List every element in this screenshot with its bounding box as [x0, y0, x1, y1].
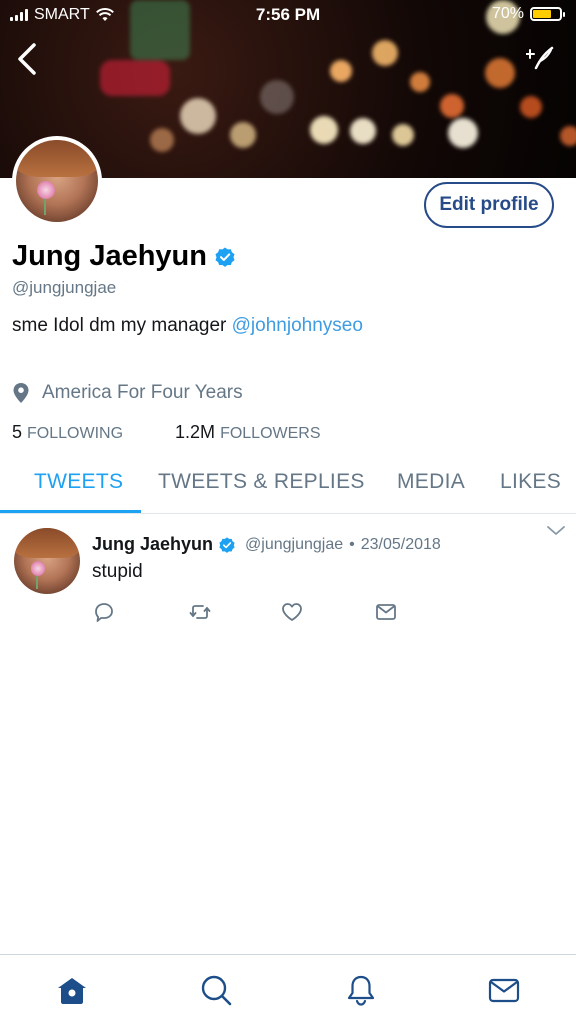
following-count: 5 [12, 422, 23, 442]
chevron-down-icon[interactable] [546, 524, 566, 538]
followers-label: FOLLOWERS [220, 425, 321, 442]
tweet-item[interactable]: Jung Jaehyun @jungjungjae • 23/05/2018 s… [0, 514, 576, 634]
direct-message-icon[interactable] [374, 600, 398, 624]
chevron-left-icon[interactable] [14, 42, 42, 76]
tweet-author-name[interactable]: Jung Jaehyun [92, 534, 213, 555]
edit-profile-button[interactable]: Edit profile [424, 182, 554, 228]
reply-icon[interactable] [92, 600, 116, 624]
avatar-image [16, 140, 98, 222]
tweet-handle: @jungjungjae [245, 535, 344, 553]
bio-text: sme Idol dm my manager [12, 315, 232, 336]
tab-tweets-and-replies[interactable]: TWEETS & REPLIES [158, 470, 365, 494]
profile-tabs: TWEETS TWEETS & REPLIES MEDIA LIKES [0, 460, 576, 514]
tab-media[interactable]: MEDIA [397, 470, 465, 494]
tab-tweets[interactable]: TWEETS [34, 470, 123, 494]
tweet-date: 23/05/2018 [360, 535, 441, 553]
profile-avatar[interactable] [12, 136, 102, 226]
tweet-header: Jung Jaehyun @jungjungjae • 23/05/2018 [92, 534, 441, 555]
followers-count: 1.2M [175, 422, 216, 442]
tweet-separator: • [349, 535, 355, 553]
tweet-text: stupid [92, 561, 143, 582]
location-pin-icon [13, 383, 29, 403]
verified-badge-icon [215, 247, 235, 267]
following-stat[interactable]: 5 FOLLOWING [12, 422, 123, 443]
profile-location: America For Four Years [12, 382, 243, 404]
messages-envelope-icon[interactable] [487, 973, 521, 1007]
status-time: 7:56 PM [255, 5, 321, 24]
status-bar: SMART 7:56 PM 70% [0, 0, 576, 30]
tab-likes[interactable]: LIKES [500, 470, 561, 494]
battery-fill [533, 10, 552, 18]
follow-stats: 5 FOLLOWING 1.2M FOLLOWERS [12, 422, 321, 443]
battery-icon [530, 7, 565, 21]
retweet-icon[interactable] [188, 600, 212, 624]
active-tab-indicator [0, 510, 141, 513]
bottom-tab-bar [0, 954, 576, 1024]
like-heart-icon[interactable] [280, 600, 304, 624]
profile-bio: sme Idol dm my manager @johnjohnyseo [12, 315, 363, 337]
bio-mention-link[interactable]: @johnjohnyseo [232, 315, 363, 336]
followers-stat[interactable]: 1.2M FOLLOWERS [175, 422, 321, 443]
home-icon[interactable] [55, 973, 89, 1007]
location-text: America For Four Years [42, 382, 243, 403]
battery-percent: 70% [491, 5, 524, 22]
search-icon[interactable] [199, 973, 233, 1007]
verified-badge-icon [219, 536, 235, 553]
tweet-actions [92, 600, 412, 626]
following-label: FOLLOWING [27, 425, 124, 442]
tweet-avatar[interactable] [14, 528, 80, 594]
profile-handle: @jungjungjae [12, 278, 117, 297]
sparkle-feather-icon[interactable] [526, 44, 554, 72]
display-name: Jung Jaehyun [12, 240, 207, 272]
notifications-bell-icon[interactable] [344, 973, 378, 1007]
profile-name-row: Jung Jaehyun [12, 240, 235, 273]
status-right: 70% [491, 5, 565, 23]
